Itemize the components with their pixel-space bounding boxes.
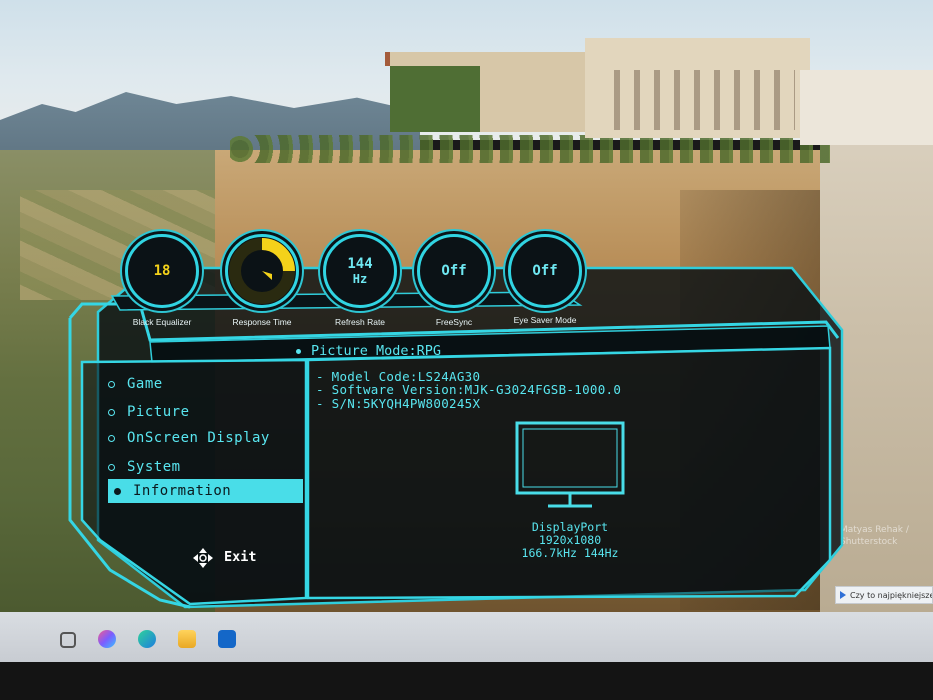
wallpaper-town [800,70,933,145]
picture-mode-label: Picture Mode: [311,343,417,359]
info-software-version: - Software Version:MJK-G3024FGSB-1000.0 [316,382,622,397]
menu-item-onscreen-display[interactable]: OnScreen Display [108,426,270,450]
response-time-needle [262,271,272,280]
watermark-line-1: Matyas Rehak / [840,525,909,535]
notification-text: Czy to najpiękniejsze... [850,590,933,600]
wallpaper-windows [600,70,795,130]
response-time-dial [229,238,295,304]
menu-item-label: OnScreen Display [127,430,270,446]
menu-item-game[interactable]: Game [108,372,163,396]
response-time-level-arc [261,238,295,272]
radio-bullet-icon [108,463,115,471]
desktop-wallpaper [0,0,933,612]
wallpaper-watermark: Matyas Rehak / Shutterstock [840,524,909,548]
gauge-label: Eye Saver Mode [513,315,577,325]
file-explorer-icon[interactable] [178,630,196,648]
radio-bullet-icon [108,380,115,388]
gauge-value: Off [532,263,558,279]
gauge-refresh-rate: 144 Hz [323,234,397,308]
menu-item-label: Information [133,483,232,499]
monitor-bezel [0,662,933,700]
gauge-response-time [225,234,299,308]
wallpaper-trees [230,135,830,163]
gauge-label: Black Equalizer [132,317,192,327]
copilot-icon[interactable] [98,630,116,648]
gauge-label: Response Time [232,317,292,327]
gauge-eye-saver-mode: Off [508,234,582,308]
taskbar-icons [60,630,236,648]
menu-item-information[interactable]: Information [108,479,303,503]
picture-mode-header: Picture Mode:RPG [296,343,441,359]
gauge-black-equalizer: 18 [125,234,199,308]
connection-frequency: 166.7kHz 144Hz [521,546,619,560]
gauge-value: 144 [347,256,373,272]
gauge-unit: Hz [352,272,368,286]
menu-item-label: Picture [127,404,190,420]
picture-mode-bullet [296,348,301,354]
wallpaper-ivy [390,66,480,132]
picture-mode-value: RPG [416,343,442,359]
menu-item-label: System [127,459,181,475]
exit-label: Exit [224,549,257,565]
connection-resolution: 1920x1080 [538,533,602,547]
play-icon [840,591,846,599]
exit-button[interactable]: Exit [224,549,257,565]
watermark-line-2: Shutterstock [840,537,898,547]
menu-item-system[interactable]: System [108,455,181,479]
menu-item-label: Game [127,376,163,392]
edge-browser-icon[interactable] [138,630,156,648]
radio-bullet-icon [108,408,115,416]
gauge-value: Off [441,263,467,279]
gauge-freesync: Off [417,234,491,308]
radio-bullet-icon [108,434,115,442]
windows-spotlight-notification[interactable]: Czy to najpiękniejsze... [835,586,933,604]
outlook-icon[interactable] [218,630,236,648]
info-serial-number: - S/N:5KYQH4PW800245X [316,396,481,411]
radio-bullet-icon [114,487,121,495]
gauge-value: 18 [153,263,171,279]
task-view-icon[interactable] [60,632,76,648]
menu-item-picture[interactable]: Picture [108,400,190,424]
connection-input: DisplayPort [531,520,609,534]
